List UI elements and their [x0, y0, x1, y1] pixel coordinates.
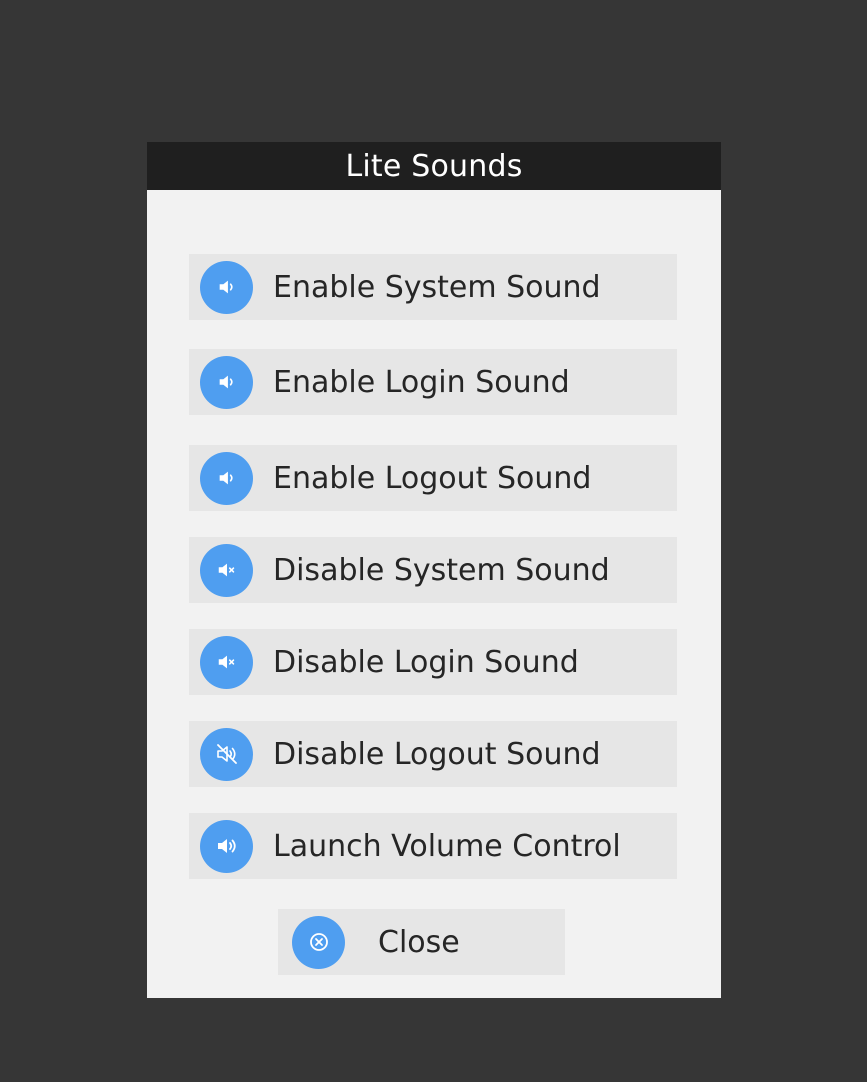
volume-low-icon [200, 355, 253, 409]
volume-low-icon [200, 451, 253, 505]
disable-system-sound-button[interactable]: Disable System Sound [189, 537, 677, 603]
button-label: Enable Logout Sound [273, 460, 592, 496]
volume-mute-icon [200, 543, 253, 597]
enable-logout-sound-button[interactable]: Enable Logout Sound [189, 445, 677, 511]
enable-login-sound-button[interactable]: Enable Login Sound [189, 349, 677, 415]
volume-mute-icon [200, 635, 253, 689]
disable-login-sound-button[interactable]: Disable Login Sound [189, 629, 677, 695]
button-label: Disable Logout Sound [273, 736, 601, 772]
lite-sounds-dialog: Lite Sounds Enable System Sound Enable L… [147, 142, 721, 998]
close-label: Close [378, 924, 460, 960]
button-label: Disable Login Sound [273, 644, 579, 680]
launch-volume-control-button[interactable]: Launch Volume Control [189, 813, 677, 879]
close-button[interactable]: Close [278, 909, 565, 975]
dialog-title: Lite Sounds [345, 148, 523, 184]
title-bar: Lite Sounds [147, 142, 721, 190]
volume-off-icon [200, 727, 253, 781]
volume-high-icon [200, 819, 253, 873]
button-label: Launch Volume Control [273, 828, 621, 864]
button-label: Enable Login Sound [273, 364, 570, 400]
volume-low-icon [200, 260, 253, 314]
button-label: Disable System Sound [273, 552, 610, 588]
disable-logout-sound-button[interactable]: Disable Logout Sound [189, 721, 677, 787]
close-circle-icon [292, 915, 345, 969]
enable-system-sound-button[interactable]: Enable System Sound [189, 254, 677, 320]
button-label: Enable System Sound [273, 269, 601, 305]
